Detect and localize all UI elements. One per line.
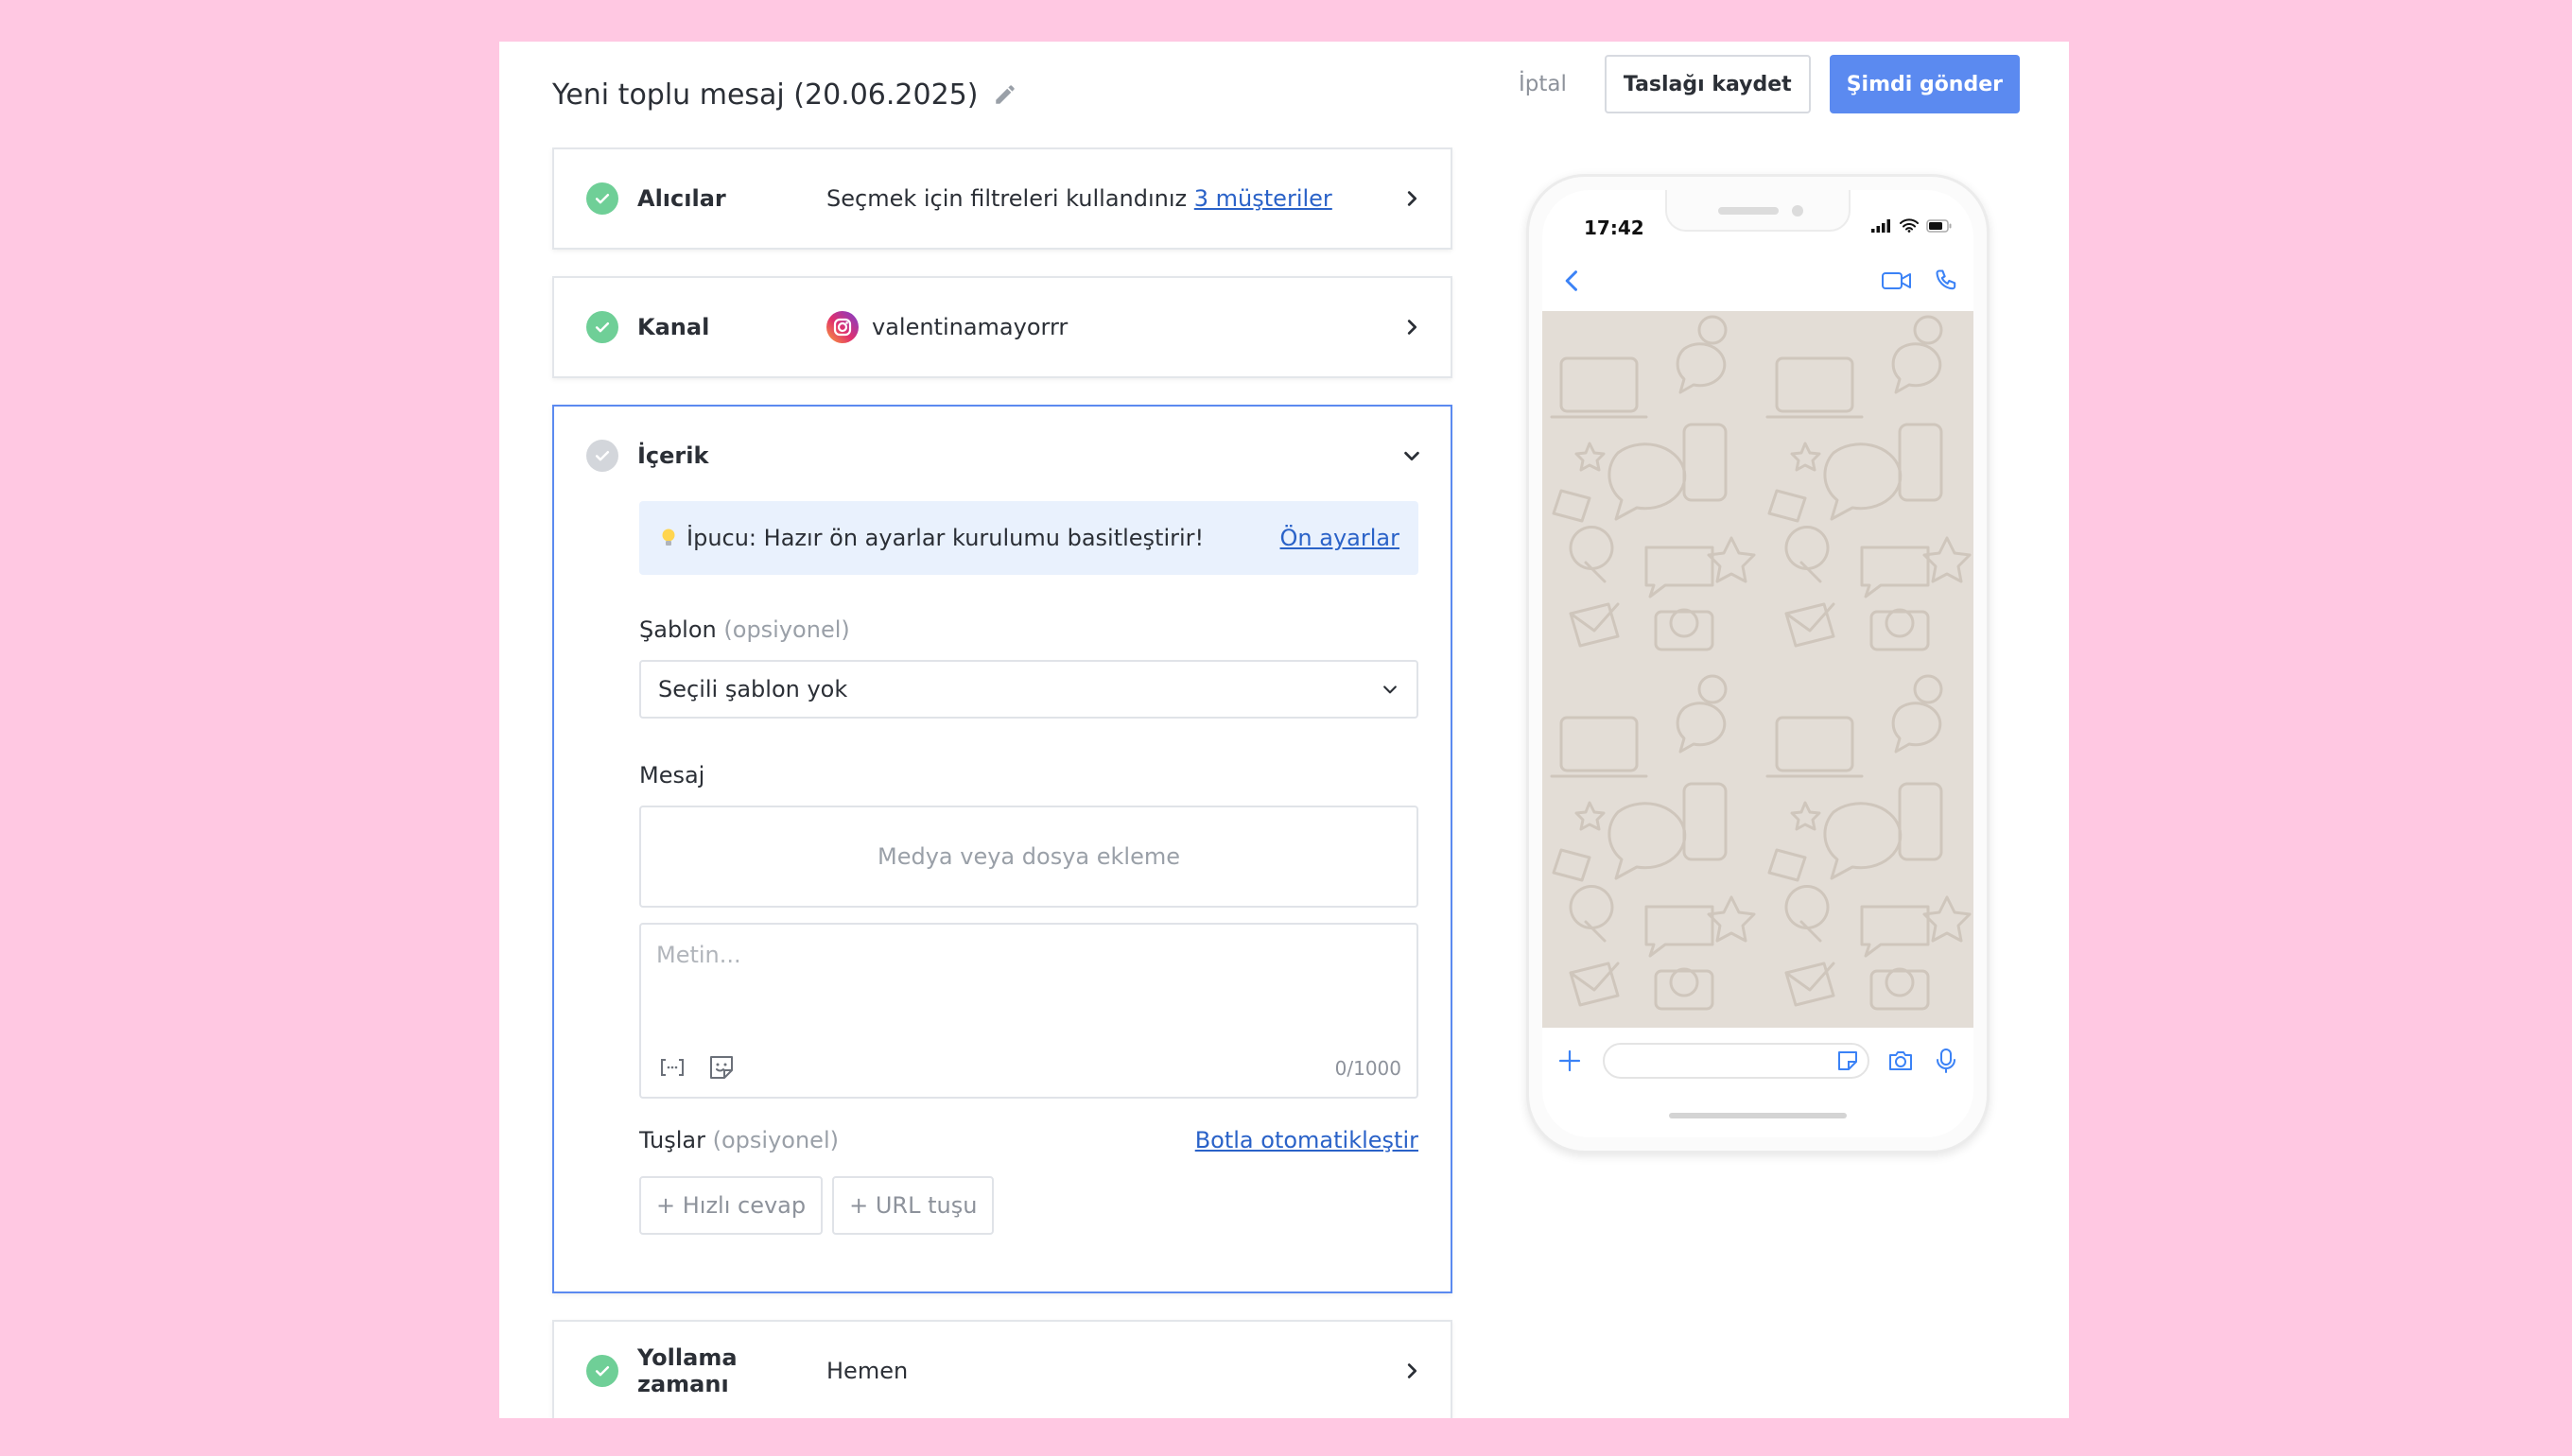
camera-icon: [1886, 1047, 1915, 1075]
content-label: İçerik: [637, 442, 709, 469]
chat-background: [1542, 311, 1973, 1028]
schedule-label: Yollama zamanı: [637, 1344, 738, 1397]
recipients-value: Seçmek için filtreleri kullandınız 3 müş…: [826, 185, 1401, 212]
channel-value: valentinamayorrr: [826, 311, 1401, 343]
tip-banner: İpucu: Hazır ön ayarlar kurulumu basitle…: [639, 501, 1418, 575]
microphone-icon: [1934, 1047, 1958, 1075]
variable-brackets-icon[interactable]: [656, 1051, 688, 1083]
wifi-icon: [1900, 218, 1919, 233]
back-arrow-icon: [1559, 268, 1586, 294]
chat-doodle-pattern: [1542, 311, 1973, 1028]
phone-message-field: [1603, 1043, 1869, 1079]
tip-text: İpucu: Hazır ön ayarlar kurulumu basitle…: [686, 525, 1205, 551]
check-icon: [586, 1355, 618, 1387]
phone-input-bar: [1542, 1028, 1973, 1094]
message-label: Mesaj: [639, 762, 705, 789]
presets-link[interactable]: Ön ayarlar: [1280, 525, 1399, 551]
check-icon: [586, 182, 618, 215]
message-text-input[interactable]: [641, 925, 1416, 1029]
header-actions: İptal Taslağı kaydet Şimdi gönder: [1500, 55, 2020, 113]
home-indicator: [1669, 1113, 1847, 1118]
save-draft-button[interactable]: Taslağı kaydet: [1604, 55, 1811, 113]
channel-label: Kanal: [637, 314, 710, 340]
add-quick-reply-button[interactable]: + Hızlı cevap: [639, 1176, 824, 1235]
char-counter: 0/1000: [1334, 1057, 1401, 1080]
buttons-header: Tuşlar (opsiyonel) Botla otomatikleştir: [639, 1127, 1418, 1153]
video-call-icon: [1881, 268, 1913, 294]
check-icon: [586, 311, 618, 343]
add-buttons-row: + Hızlı cevap + URL tuşu: [639, 1176, 1418, 1235]
lightbulb-icon: [658, 527, 679, 549]
automate-bot-link[interactable]: Botla otomatikleştir: [1195, 1127, 1418, 1153]
check-icon: [586, 440, 618, 472]
chevron-right-icon[interactable]: [1401, 317, 1422, 338]
channel-card[interactable]: Kanal valentinamayorrr: [552, 276, 1452, 378]
schedule-value: Hemen: [826, 1358, 909, 1384]
phone-preview: 17:42: [1526, 174, 1990, 1153]
recipients-text: Seçmek için filtreleri kullandınız: [826, 185, 1188, 212]
recipients-label: Alıcılar: [637, 185, 726, 212]
instagram-icon: [826, 311, 859, 343]
buttons-label: Tuşlar (opsiyonel): [639, 1127, 839, 1153]
signal-icon: [1871, 218, 1892, 233]
media-upload-area[interactable]: Medya veya dosya ekleme: [639, 806, 1418, 908]
phone-status-bar: [1871, 218, 1953, 233]
chevron-right-icon[interactable]: [1401, 1361, 1422, 1381]
template-select[interactable]: Seçili şablon yok: [639, 660, 1418, 719]
phone-notch: [1665, 190, 1851, 232]
cancel-button[interactable]: İptal: [1500, 55, 1586, 113]
plus-icon: [1555, 1047, 1584, 1075]
recipients-count-link[interactable]: 3 müşteriler: [1194, 185, 1332, 212]
channel-account: valentinamayorrr: [872, 314, 1069, 340]
add-url-button[interactable]: + URL tuşu: [832, 1176, 995, 1235]
phone-call-icon: [1934, 268, 1960, 294]
send-now-button[interactable]: Şimdi gönder: [1829, 55, 2020, 113]
template-label: Şablon (opsiyonel): [639, 616, 850, 643]
pencil-icon[interactable]: [993, 82, 1017, 107]
sticker-icon: [1835, 1049, 1860, 1073]
content-card: İçerik İpucu: Hazır ön ayarlar kurulumu …: [552, 405, 1452, 1293]
chevron-down-icon: [1381, 680, 1399, 699]
page-title: Yeni toplu mesaj (20.06.2025): [552, 68, 1017, 121]
phone-chat-header: [1542, 252, 1973, 311]
message-textbox: 0/1000: [639, 923, 1418, 1099]
schedule-card[interactable]: Yollama zamanı Hemen: [552, 1320, 1452, 1418]
template-select-value: Seçili şablon yok: [658, 676, 848, 702]
campaign-panel: Yeni toplu mesaj (20.06.2025) İptal Tasl…: [499, 42, 2069, 1418]
phone-time: 17:42: [1584, 217, 1644, 239]
chevron-right-icon[interactable]: [1401, 188, 1422, 209]
page-title-text: Yeni toplu mesaj (20.06.2025): [552, 78, 979, 112]
emoji-sticker-icon[interactable]: [705, 1051, 738, 1083]
recipients-card[interactable]: Alıcılar Seçmek için filtreleri kullandı…: [552, 147, 1452, 250]
battery-icon: [1926, 218, 1953, 233]
chevron-down-icon[interactable]: [1401, 445, 1422, 466]
